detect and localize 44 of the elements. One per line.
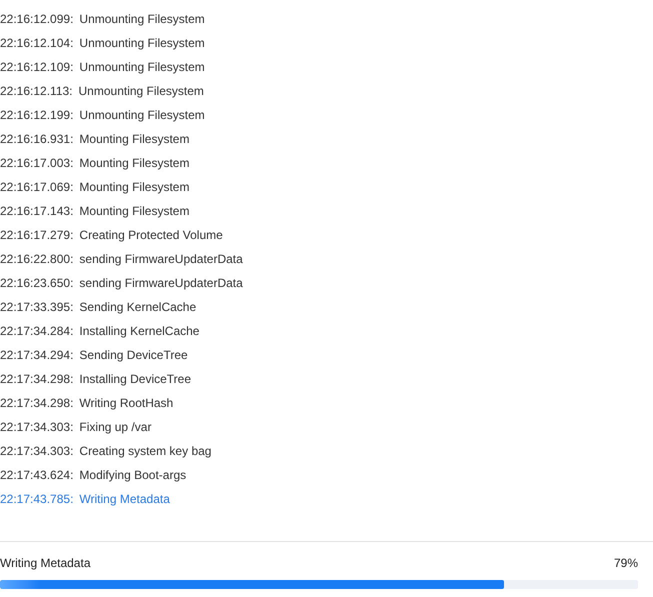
log-timestamp: 22:17:34.284: bbox=[0, 323, 74, 340]
log-message: Writing Metadata bbox=[79, 491, 170, 508]
log-timestamp: 22:17:33.395: bbox=[0, 299, 74, 316]
log-message: sending FirmwareUpdaterData bbox=[79, 251, 243, 268]
log-message: Mounting Filesystem bbox=[79, 203, 190, 220]
log-timestamp: 22:16:23.650: bbox=[0, 275, 74, 292]
log-message: Mounting Filesystem bbox=[79, 131, 190, 148]
log-message: Unmounting Filesystem bbox=[79, 59, 205, 76]
log-timestamp: 22:16:12.099: bbox=[0, 11, 74, 28]
log-message: sending FirmwareUpdaterData bbox=[79, 275, 243, 292]
log-message: Unmounting Filesystem bbox=[79, 35, 205, 52]
log-timestamp: 22:16:22.800: bbox=[0, 251, 74, 268]
log-timestamp: 22:17:34.303: bbox=[0, 419, 74, 436]
log-message: Mounting Filesystem bbox=[79, 179, 190, 196]
log-message: Unmounting Filesystem bbox=[78, 83, 204, 100]
log-timestamp: 22:16:16.931: bbox=[0, 131, 74, 148]
log-timestamp: 22:17:34.298: bbox=[0, 395, 74, 412]
log-message: Writing RootHash bbox=[79, 395, 174, 412]
log-message: Unmounting Filesystem bbox=[79, 11, 205, 28]
log-timestamp: 22:17:34.298: bbox=[0, 371, 74, 388]
log-timestamp: 22:17:34.294: bbox=[0, 347, 74, 364]
log-message: Mounting Filesystem bbox=[79, 155, 190, 172]
log-message: Sending DeviceTree bbox=[79, 347, 188, 364]
log-message: Fixing up /var bbox=[79, 419, 152, 436]
log-message: Sending KernelCache bbox=[79, 299, 196, 316]
log-timestamp: 22:16:17.279: bbox=[0, 227, 74, 244]
log-message: Installing DeviceTree bbox=[79, 371, 192, 388]
log-timestamp: 22:16:17.069: bbox=[0, 179, 74, 196]
log-message: Installing KernelCache bbox=[79, 323, 200, 340]
log-message: Creating Protected Volume bbox=[79, 227, 223, 244]
log-timestamp: 22:16:12.113: bbox=[0, 83, 73, 100]
log-timestamp: 22:17:43.624: bbox=[0, 467, 74, 484]
progress-label: Writing Metadata bbox=[0, 555, 90, 572]
log-timestamp: 22:17:34.303: bbox=[0, 443, 74, 460]
log-message: Unmounting Filesystem bbox=[79, 107, 205, 124]
log-timestamp: 22:17:43.785: bbox=[0, 491, 74, 508]
log-timestamp: 22:16:12.104: bbox=[0, 35, 74, 52]
log-message: Modifying Boot-args bbox=[79, 467, 186, 484]
log-timestamp: 22:16:12.199: bbox=[0, 107, 74, 124]
log-timestamp: 22:16:17.143: bbox=[0, 203, 74, 220]
progress-percent: 79% bbox=[614, 555, 638, 572]
log-timestamp: 22:16:12.109: bbox=[0, 59, 74, 76]
log-message: Creating system key bag bbox=[79, 443, 212, 460]
log-timestamp: 22:16:17.003: bbox=[0, 155, 74, 172]
